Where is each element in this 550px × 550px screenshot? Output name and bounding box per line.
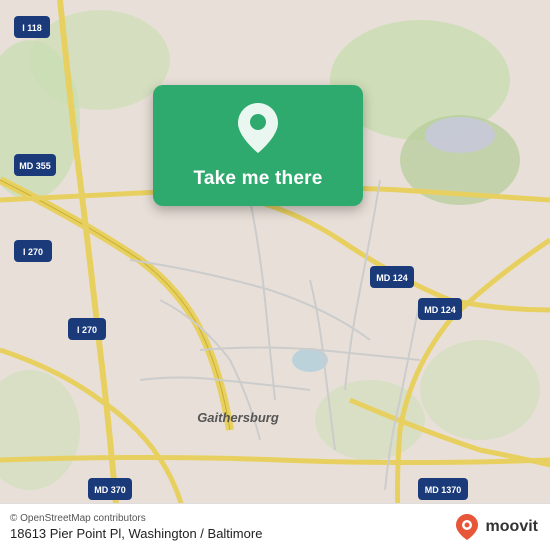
map-svg: I 118 MD 355 I 270 I 270 MD 124 MD 124 M… <box>0 0 550 550</box>
svg-text:MD 355: MD 355 <box>19 161 51 171</box>
svg-text:MD 124: MD 124 <box>376 273 408 283</box>
moovit-logo: moovit <box>452 512 538 542</box>
bottom-left-info: © OpenStreetMap contributors 18613 Pier … <box>10 513 262 541</box>
svg-text:I 270: I 270 <box>77 325 97 335</box>
svg-text:MD 370: MD 370 <box>94 485 126 495</box>
svg-text:I 270: I 270 <box>23 247 43 257</box>
svg-text:I 118: I 118 <box>22 23 42 33</box>
map-pin-icon <box>238 103 278 158</box>
svg-text:Gaithersburg: Gaithersburg <box>197 410 279 425</box>
svg-text:MD 1370: MD 1370 <box>425 485 462 495</box>
map-container: I 118 MD 355 I 270 I 270 MD 124 MD 124 M… <box>0 0 550 550</box>
bottom-bar: © OpenStreetMap contributors 18613 Pier … <box>0 503 550 550</box>
osm-credit: © OpenStreetMap contributors <box>10 513 262 524</box>
address-text: 18613 Pier Point Pl, Washington / Baltim… <box>10 526 262 541</box>
moovit-text: moovit <box>486 518 538 536</box>
take-me-card[interactable]: Take me there <box>153 85 363 206</box>
svg-text:MD 124: MD 124 <box>424 305 456 315</box>
take-me-label: Take me there <box>194 168 323 190</box>
moovit-icon <box>452 512 482 542</box>
